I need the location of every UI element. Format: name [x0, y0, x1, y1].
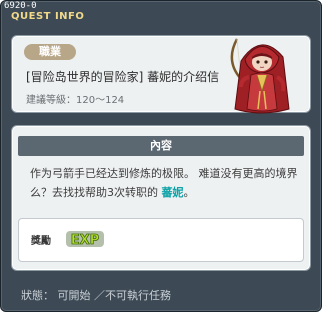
quest-description: 作为弓箭手已经达到修炼的极限。 难道没有更高的境界么？去找找帮助3次转职的 蕃妮… [30, 164, 300, 202]
content-header: 內容 [18, 136, 304, 156]
level-requirement: 建議等級：120～124 [26, 95, 125, 106]
window-title: QUEST INFO [11, 11, 85, 22]
npc-name-link[interactable]: 蕃妮 [162, 186, 184, 199]
exp-reward-text: EXP [71, 233, 99, 248]
quest-status: 狀態： 可開始 ／不可執行任務 [21, 289, 171, 302]
exp-reward-icon: EXP [66, 231, 104, 248]
job-badge: 職業 [24, 44, 76, 60]
reward-box: 獎勵 EXP [18, 218, 304, 262]
quest-title: [冒险岛世界的冒险家] 蕃妮的介绍信 [26, 70, 220, 84]
reward-label: 獎勵 [31, 236, 51, 247]
archer-npc-portrait-icon [230, 38, 290, 114]
quest-info-window: 6920-0 QUEST INFO 職業 [冒险岛世界的冒险家] 蕃妮的介绍信 … [0, 0, 322, 312]
quest-id: 6920-0 [4, 1, 37, 11]
quest-content-panel: 內容 作为弓箭手已经达到修炼的极限。 难道没有更高的境界么？去找找帮助3次转职的… [11, 125, 311, 271]
description-part-2: 。 [183, 186, 195, 199]
